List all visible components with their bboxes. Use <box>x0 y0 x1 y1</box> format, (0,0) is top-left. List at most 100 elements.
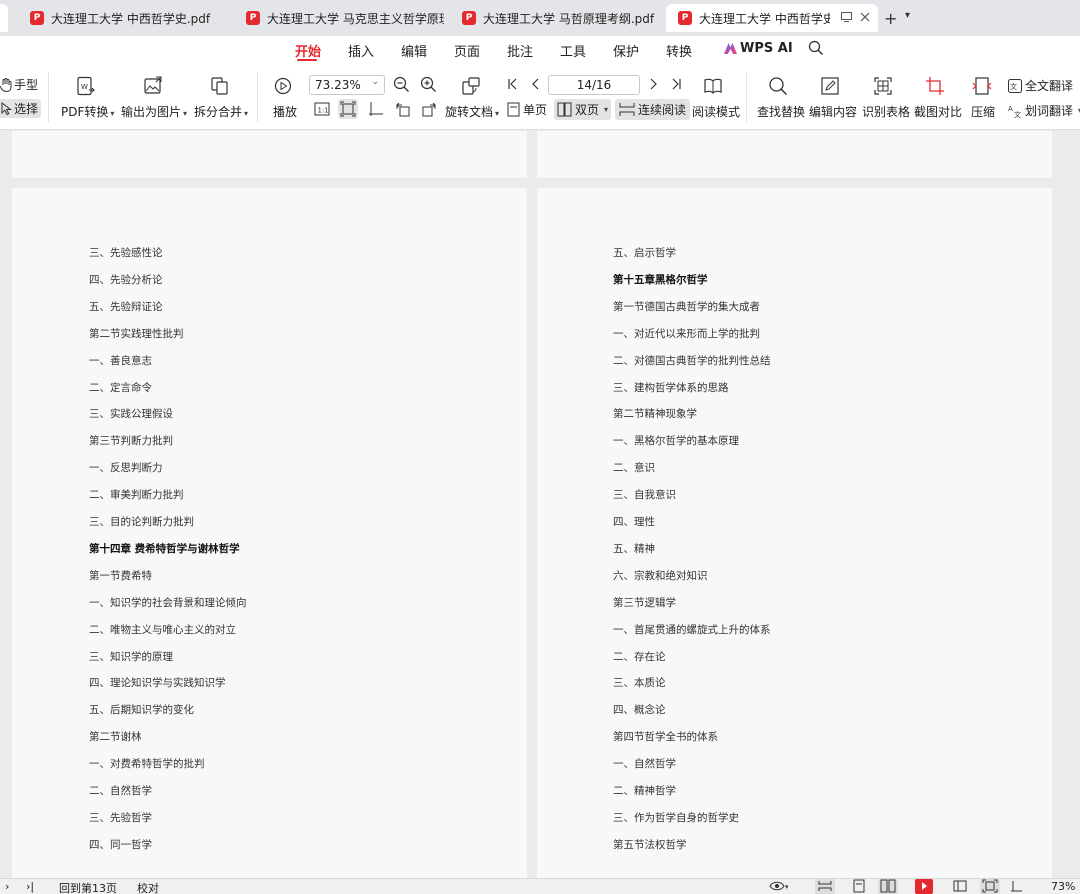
recognize-table-button[interactable]: 识别表格 <box>862 103 910 120</box>
first-page-icon[interactable] <box>507 78 519 90</box>
previous-page-icon[interactable] <box>530 78 542 90</box>
continuous-reading-button[interactable]: 连续阅读 <box>615 99 691 120</box>
tab-3[interactable]: P 大连理工大学 马哲原理考纲.pdf <box>450 4 660 32</box>
pdf-convert-label: PDF转换 <box>61 105 109 119</box>
recognize-table-icon[interactable] <box>873 76 893 96</box>
previous-right-page <box>537 131 1052 178</box>
toc-line: 二、存在论 <box>613 650 666 663</box>
svg-text:文: 文 <box>1014 110 1021 118</box>
status-zoom-value[interactable]: 73% <box>1051 880 1075 893</box>
full-translate-label: 全文翻译 <box>1025 79 1074 93</box>
page-number-value: 14/16 <box>576 78 612 92</box>
toc-line: 四、同一哲学 <box>89 838 152 851</box>
document-page-left: 三、先验感性论 四、先验分析论 五、先验辩证论 第二节实践理性批判 一、善良意志 二、定言… <box>12 188 527 878</box>
fit-page-status-icon[interactable] <box>980 879 1000 894</box>
zoom-in-icon[interactable] <box>420 76 437 93</box>
toc-line: 三、实践公理假设 <box>89 408 173 421</box>
reading-view-icon[interactable] <box>952 879 968 894</box>
compress-button[interactable]: 压缩 <box>971 103 995 120</box>
last-page-icon[interactable] <box>670 78 682 90</box>
play-slideshow-icon[interactable] <box>915 879 933 894</box>
word-translate-button[interactable]: A文 划词翻译▾ <box>1008 102 1080 119</box>
menu-convert[interactable]: 转换 <box>666 41 692 60</box>
tab-2[interactable]: P 大连理工大学 马克思主义哲学原理.pdf <box>234 4 444 32</box>
svg-text:A: A <box>1008 105 1013 113</box>
select-label: 选择 <box>14 102 39 116</box>
edit-content-button[interactable]: 编辑内容 <box>809 103 857 120</box>
monitor-icon[interactable] <box>841 11 852 25</box>
hand-tool-button[interactable]: 手型 <box>0 76 38 93</box>
page-number-input[interactable]: 14/16 <box>548 75 640 95</box>
compress-label: 压缩 <box>971 105 996 119</box>
full-translate-button[interactable]: 文 全文翻译 <box>1008 77 1073 94</box>
split-merge-icon[interactable] <box>210 76 230 96</box>
find-replace-icon[interactable] <box>768 76 788 96</box>
zoom-out-icon[interactable] <box>393 76 410 93</box>
rotate-document-icon[interactable] <box>461 76 481 96</box>
close-tab-icon[interactable] <box>860 11 870 25</box>
find-replace-button[interactable]: 查找替换 <box>757 103 805 120</box>
menu-annotate[interactable]: 批注 <box>507 41 533 60</box>
double-view-icon[interactable] <box>878 879 898 894</box>
export-image-icon[interactable] <box>143 76 163 96</box>
pdf-convert-button[interactable]: PDF转换 ▾ <box>61 103 114 120</box>
next-page-icon[interactable] <box>647 78 659 90</box>
play-icon[interactable] <box>274 77 292 95</box>
actual-size-icon[interactable]: 1:1 <box>314 101 330 117</box>
menu-protect[interactable]: 保护 <box>613 41 639 60</box>
compress-icon[interactable] <box>972 76 992 96</box>
document-viewport[interactable]: 三、先验感性论 四、先验分析论 五、先验辩证论 第二节实践理性批判 一、善良意志 二、定言… <box>0 131 1080 878</box>
goto-page-link[interactable]: 回到第13页 <box>59 880 117 894</box>
tab-4-active[interactable]: P 大连理工大学 中西哲学史考纲.pdf <box>666 4 878 32</box>
single-view-icon[interactable] <box>852 879 866 894</box>
toc-line: 三、先验哲学 <box>89 811 152 824</box>
screenshot-compare-button[interactable]: 截图对比 <box>914 103 962 120</box>
new-tab-plus-icon[interactable]: + <box>884 9 897 28</box>
continuous-view-icon[interactable] <box>815 879 835 894</box>
tab-title: 大连理工大学 中西哲学史考纲.pdf <box>699 11 830 26</box>
menu-insert[interactable]: 插入 <box>348 41 374 60</box>
screenshot-compare-icon[interactable] <box>925 76 945 96</box>
menu-tools[interactable]: 工具 <box>560 41 586 60</box>
tab-strip: P 大连理工大学 中西哲学史.pdf P 大连理工大学 马克思主义哲学原理.pd… <box>0 0 1080 36</box>
split-merge-button[interactable]: 拆分合并 ▾ <box>194 103 248 120</box>
rotate-left-icon[interactable] <box>395 101 411 117</box>
rotate-right-icon[interactable] <box>421 101 437 117</box>
proofread-button[interactable]: 校对 <box>137 880 159 894</box>
double-page-button[interactable]: 双页 ▾ <box>554 99 612 120</box>
toc-line: 三、本质论 <box>613 677 666 690</box>
eye-icon[interactable]: ▾ <box>769 879 791 894</box>
menu-start[interactable]: 开始 <box>295 41 321 60</box>
tab-partial-left[interactable] <box>0 4 8 32</box>
reading-mode-icon[interactable] <box>703 76 723 96</box>
fit-page-icon[interactable] <box>338 99 358 119</box>
hand-label: 手型 <box>14 78 39 92</box>
menu-wps-ai[interactable]: WPS AI <box>724 41 793 56</box>
toc-line: 三、作为哲学自身的哲学史 <box>613 811 739 824</box>
fit-width-status-icon[interactable] <box>1010 879 1024 894</box>
zoom-select[interactable]: 73.23% ⌄ <box>309 75 385 95</box>
toc-line: 二、精神哲学 <box>613 785 676 797</box>
menu-page[interactable]: 页面 <box>454 41 480 60</box>
play-button[interactable]: 播放 <box>273 103 297 120</box>
chevron-down-icon[interactable]: ▾ <box>905 10 910 21</box>
translate-icon: 文 <box>1008 78 1022 93</box>
single-page-button[interactable]: 单页 <box>507 101 547 118</box>
fit-width-icon[interactable] <box>368 101 384 117</box>
status-last-page-icon[interactable]: ›| <box>26 880 34 893</box>
toc-line: 一、首尾贯通的螺旋式上升的体系 <box>613 623 771 636</box>
toc-line: 一、反思判断力 <box>89 462 163 475</box>
select-tool-button[interactable]: 选择 <box>0 99 42 118</box>
menu-edit[interactable]: 编辑 <box>401 41 427 60</box>
reading-mode-button[interactable]: 阅读模式 <box>692 103 740 120</box>
find-replace-label: 查找替换 <box>757 105 806 119</box>
export-image-button[interactable]: 输出为图片 ▾ <box>121 103 187 120</box>
search-icon[interactable] <box>808 40 824 60</box>
status-nav-left-icon[interactable]: › <box>5 880 9 893</box>
tab-1[interactable]: P 大连理工大学 中西哲学史.pdf <box>18 4 226 32</box>
rotate-document-button[interactable]: 旋转文档 ▾ <box>445 103 499 120</box>
pdf-convert-icon[interactable]: W <box>76 76 96 96</box>
toc-line: 四、概念论 <box>613 704 666 717</box>
edit-content-icon[interactable] <box>820 76 840 96</box>
continuous-reading-icon <box>619 103 635 116</box>
